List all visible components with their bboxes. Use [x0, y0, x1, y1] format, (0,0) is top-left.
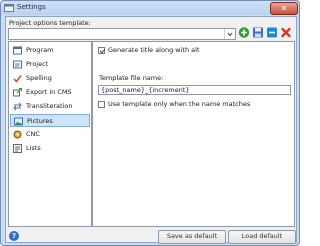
template-file-input[interactable]: {post_name}_{increment} [98, 85, 291, 95]
template-select[interactable] [8, 28, 236, 40]
pictures-settings-panel: Generate title along with alt Template f… [92, 41, 295, 227]
sidebar-item-label: Pictures [27, 117, 53, 125]
program-icon [13, 46, 22, 55]
settings-sidebar: Program Project Spelling Export in CMS T… [8, 41, 92, 227]
transliteration-icon [13, 102, 22, 111]
sidebar-item-label: Project [26, 60, 49, 68]
settings-client-area: Project options template: Program Projec… [5, 16, 297, 244]
chevron-down-icon[interactable] [224, 29, 235, 39]
template-file-label: Template file name: [99, 74, 164, 82]
window-title: Settings [17, 3, 46, 11]
cnc-icon [13, 130, 22, 139]
generate-title-label: Generate title along with alt [108, 46, 200, 54]
sidebar-item-label: Transliteration [26, 102, 73, 110]
help-button[interactable]: ? [9, 231, 19, 241]
close-icon: ✕ [280, 4, 288, 13]
sidebar-item-label: Spelling [26, 74, 52, 82]
export-icon [13, 88, 22, 97]
save-as-default-label: Save as default [166, 232, 218, 240]
settings-window: Settings ✕ Project options template: Pro… [0, 0, 300, 246]
save-template-icon[interactable] [252, 26, 264, 39]
lists-icon [13, 144, 22, 153]
add-template-icon[interactable] [238, 26, 250, 39]
template-label: Project options template: [9, 19, 91, 27]
use-template-checkbox[interactable] [98, 101, 105, 108]
load-default-label: Load default [241, 232, 283, 240]
spelling-icon [13, 75, 22, 83]
sidebar-item-export-in-cms[interactable]: Export in CMS [10, 86, 90, 99]
load-default-button[interactable]: Load default [228, 230, 296, 244]
settings-app-icon [4, 4, 14, 12]
sidebar-item-lists[interactable]: Lists [10, 142, 90, 155]
sidebar-item-label: Lists [26, 144, 41, 152]
save-as-default-button[interactable]: Save as default [158, 230, 226, 244]
project-icon [13, 60, 22, 69]
generate-title-checkbox[interactable] [98, 47, 105, 54]
help-icon: ? [11, 232, 17, 240]
title-bar[interactable]: Settings ✕ [1, 1, 299, 15]
rename-template-icon[interactable] [266, 26, 278, 39]
sidebar-item-transliteration[interactable]: Transliteration [10, 100, 90, 113]
pictures-icon [14, 117, 23, 126]
sidebar-item-program[interactable]: Program [10, 44, 90, 57]
template-file-value: {post_name}_{increment} [101, 86, 190, 94]
use-template-label: Use template only when the name matches [108, 100, 251, 108]
sidebar-item-label: Export in CMS [26, 88, 72, 96]
sidebar-item-pictures[interactable]: Pictures [10, 114, 90, 127]
sidebar-item-project[interactable]: Project [10, 58, 90, 71]
sidebar-item-cnc[interactable]: CNC [10, 128, 90, 141]
sidebar-item-spelling[interactable]: Spelling [10, 72, 90, 85]
sidebar-item-label: Program [26, 46, 54, 54]
sidebar-item-label: CNC [26, 130, 40, 138]
delete-template-icon[interactable] [280, 26, 292, 39]
close-button[interactable]: ✕ [270, 2, 298, 15]
